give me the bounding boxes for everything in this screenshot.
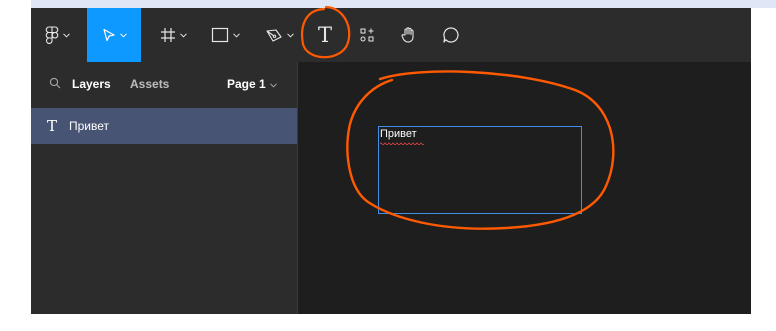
- chevron-down-icon: [269, 77, 277, 91]
- resources-tool-button[interactable]: [353, 8, 381, 62]
- chevron-down-icon: [286, 32, 294, 38]
- resources-icon: [359, 27, 375, 43]
- layer-row-text[interactable]: T Привет: [31, 108, 297, 144]
- comment-bubble-icon: [442, 26, 460, 44]
- frame-tool-button[interactable]: [151, 8, 195, 62]
- text-tool-button[interactable]: T: [309, 8, 341, 62]
- tab-layers[interactable]: Layers: [72, 77, 111, 91]
- pen-tool-button[interactable]: [257, 8, 301, 62]
- browser-top-strip: [31, 0, 776, 8]
- canvas[interactable]: Привет: [298, 62, 751, 314]
- layer-label: Привет: [69, 119, 110, 133]
- frame-hash-icon: [160, 27, 176, 43]
- tab-assets[interactable]: Assets: [130, 77, 169, 91]
- page-select-label: Page 1: [227, 77, 266, 91]
- cursor-arrow-icon: [102, 28, 116, 42]
- toolbar: T: [31, 8, 751, 62]
- search-icon[interactable]: [49, 77, 63, 91]
- rectangle-icon: [211, 27, 229, 43]
- text-layer-icon: T: [47, 117, 58, 135]
- shape-tool-button[interactable]: [203, 8, 247, 62]
- chevron-down-icon: [179, 32, 187, 38]
- page-select[interactable]: Page 1: [227, 77, 277, 91]
- chevron-down-icon: [119, 32, 127, 38]
- layers-panel: Layers Assets Page 1 T Привет: [31, 62, 298, 314]
- move-tool-button[interactable]: [87, 8, 141, 62]
- figma-editor: T Layers Assets Page 1 T Привет Привет: [31, 8, 751, 314]
- screenshot-frame: T Layers Assets Page 1 T Привет Привет: [0, 0, 776, 331]
- text-t-icon: T: [317, 23, 332, 47]
- pen-icon: [265, 27, 283, 43]
- figma-logo-icon: [45, 26, 59, 44]
- chevron-down-icon: [62, 32, 70, 38]
- canvas-text-layer[interactable]: Привет: [380, 128, 417, 140]
- hand-tool-button[interactable]: [393, 8, 425, 62]
- main-menu-button[interactable]: [31, 8, 83, 62]
- comment-tool-button[interactable]: [435, 8, 467, 62]
- panel-tabs: Layers Assets Page 1: [31, 62, 298, 106]
- spellcheck-underline: [380, 142, 424, 145]
- chevron-down-icon: [232, 32, 240, 38]
- hand-icon: [400, 26, 418, 44]
